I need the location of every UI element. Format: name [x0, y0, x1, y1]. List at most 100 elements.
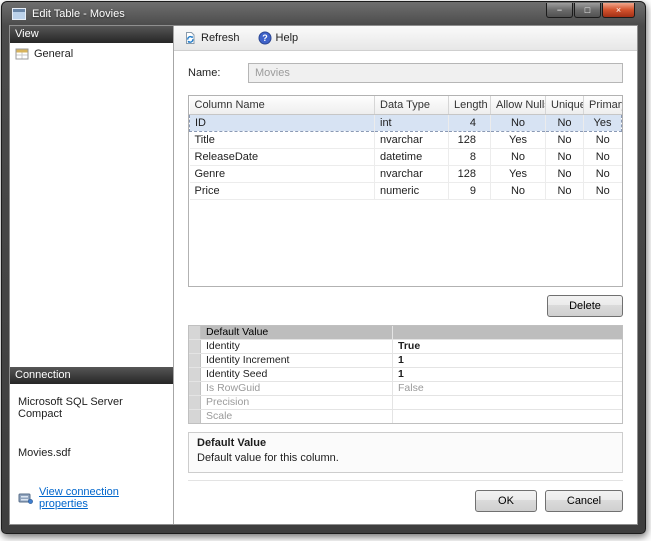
property-value[interactable]: True	[393, 340, 622, 353]
ok-button[interactable]: OK	[475, 490, 537, 512]
grid-cell[interactable]: datetime	[375, 148, 449, 165]
help-icon: ?	[258, 31, 272, 45]
connection-provider: Microsoft SQL Server Compact	[18, 396, 165, 420]
grid-cell[interactable]: 128	[449, 131, 491, 148]
edit-table-window: Edit Table - Movies − □ × View General C…	[1, 1, 646, 534]
grid-cell[interactable]: 4	[449, 114, 491, 131]
column-row-price[interactable]: Pricenumeric9NoNoNo	[190, 182, 622, 199]
grid-cell[interactable]: No	[546, 165, 584, 182]
window-controls: − □ ×	[545, 3, 635, 18]
column-row-genre[interactable]: Genrenvarchar128YesNoNo	[190, 165, 622, 182]
grid-cell[interactable]: Yes	[491, 165, 546, 182]
dialog-footer: OK Cancel	[188, 480, 623, 512]
grid-cell[interactable]: No	[546, 182, 584, 199]
grid-cell[interactable]: No	[546, 114, 584, 131]
property-row-default-value[interactable]: Default Value	[189, 326, 622, 340]
grid-cell[interactable]: Price	[190, 182, 375, 199]
property-indent-strip	[189, 340, 201, 353]
column-row-title[interactable]: Titlenvarchar128YesNoNo	[190, 131, 622, 148]
property-indent-strip	[189, 396, 201, 409]
sidebar-spacer	[10, 65, 173, 367]
refresh-button[interactable]: Refresh	[179, 29, 244, 47]
grid-cell[interactable]: 9	[449, 182, 491, 199]
grid-header-unique[interactable]: Unique	[546, 96, 584, 114]
property-row-is-rowguid[interactable]: Is RowGuidFalse	[189, 382, 622, 396]
grid-cell[interactable]: Title	[190, 131, 375, 148]
grid-cell[interactable]: No	[546, 131, 584, 148]
grid-cell[interactable]: Yes	[491, 131, 546, 148]
sidebar: View General Connection Microsoft SQL Se…	[10, 26, 174, 524]
property-indent-strip	[189, 410, 201, 423]
property-value[interactable]	[393, 326, 622, 339]
connection-block: Microsoft SQL Server Compact Movies.sdf …	[10, 384, 173, 524]
grid-cell[interactable]: No	[584, 131, 622, 148]
grid-cell[interactable]: Genre	[190, 165, 375, 182]
help-button[interactable]: ? Help	[254, 29, 303, 47]
view-connection-properties-link[interactable]: View connection properties	[39, 486, 165, 510]
grid-cell[interactable]: No	[584, 165, 622, 182]
main-body: Name: Column NameData TypeLengthAllow Nu…	[174, 51, 637, 524]
property-row-precision[interactable]: Precision	[189, 396, 622, 410]
property-label: Is RowGuid	[201, 382, 393, 395]
grid-cell[interactable]: Yes	[584, 114, 622, 131]
property-label: Scale	[201, 410, 393, 423]
grid-cell[interactable]: nvarchar	[375, 165, 449, 182]
grid-cell[interactable]: ReleaseDate	[190, 148, 375, 165]
property-row-identity-seed[interactable]: Identity Seed1	[189, 368, 622, 382]
maximize-button[interactable]: □	[574, 3, 601, 18]
column-row-releasedate[interactable]: ReleaseDatedatetime8NoNoNo	[190, 148, 622, 165]
dialog-content: View General Connection Microsoft SQL Se…	[9, 25, 638, 525]
grid-header-primary-key[interactable]: Primary Key	[584, 96, 622, 114]
close-button[interactable]: ×	[602, 3, 635, 18]
property-indent-strip	[189, 368, 201, 381]
property-indent-strip	[189, 382, 201, 395]
property-row-identity[interactable]: IdentityTrue	[189, 340, 622, 354]
grid-cell[interactable]: 8	[449, 148, 491, 165]
grid-header-column-name[interactable]: Column Name	[190, 96, 375, 114]
titlebar[interactable]: Edit Table - Movies	[12, 6, 125, 22]
property-value[interactable]: 1	[393, 368, 622, 381]
property-value[interactable]: False	[393, 382, 622, 395]
property-row-identity-increment[interactable]: Identity Increment1	[189, 354, 622, 368]
columns-grid: Column NameData TypeLengthAllow NullsUni…	[188, 95, 623, 287]
grid-cell[interactable]: nvarchar	[375, 131, 449, 148]
table-name-input[interactable]	[248, 63, 623, 83]
sidebar-item-general[interactable]: General	[10, 43, 173, 65]
minimize-button[interactable]: −	[546, 3, 573, 18]
grid-header-allow-nulls[interactable]: Allow Nulls	[491, 96, 546, 114]
grid-cell[interactable]: No	[584, 148, 622, 165]
property-label: Default Value	[201, 326, 393, 339]
grid-cell[interactable]: No	[491, 182, 546, 199]
minimize-icon: −	[557, 6, 562, 15]
sidebar-item-label: General	[34, 48, 73, 60]
property-value[interactable]	[393, 396, 622, 409]
property-value[interactable]: 1	[393, 354, 622, 367]
property-description-text: Default value for this column.	[197, 452, 614, 464]
property-description-title: Default Value	[197, 437, 614, 449]
grid-cell[interactable]: No	[584, 182, 622, 199]
grid-header-data-type[interactable]: Data Type	[375, 96, 449, 114]
svg-text:?: ?	[262, 33, 268, 43]
property-value[interactable]	[393, 410, 622, 423]
column-row-id[interactable]: IDint4NoNoYes	[190, 114, 622, 131]
delete-row: Delete	[188, 295, 623, 317]
property-description-box: Default Value Default value for this col…	[188, 432, 623, 473]
connection-properties-row: View connection properties	[18, 486, 165, 510]
toolbar: Refresh ? Help	[174, 26, 637, 51]
property-label: Identity Seed	[201, 368, 393, 381]
grid-cell[interactable]: int	[375, 114, 449, 131]
grid-cell[interactable]: No	[491, 148, 546, 165]
close-icon: ×	[616, 6, 621, 15]
property-row-scale[interactable]: Scale	[189, 410, 622, 423]
grid-cell[interactable]: 128	[449, 165, 491, 182]
grid-cell[interactable]: No	[491, 114, 546, 131]
delete-button[interactable]: Delete	[547, 295, 623, 317]
database-file-name: Movies.sdf	[18, 447, 165, 459]
grid-cell[interactable]: numeric	[375, 182, 449, 199]
grid-header-length[interactable]: Length	[449, 96, 491, 114]
grid-cell[interactable]: ID	[190, 114, 375, 131]
help-label: Help	[276, 32, 299, 44]
grid-cell[interactable]: No	[546, 148, 584, 165]
general-table-icon	[15, 47, 29, 61]
cancel-button[interactable]: Cancel	[545, 490, 623, 512]
